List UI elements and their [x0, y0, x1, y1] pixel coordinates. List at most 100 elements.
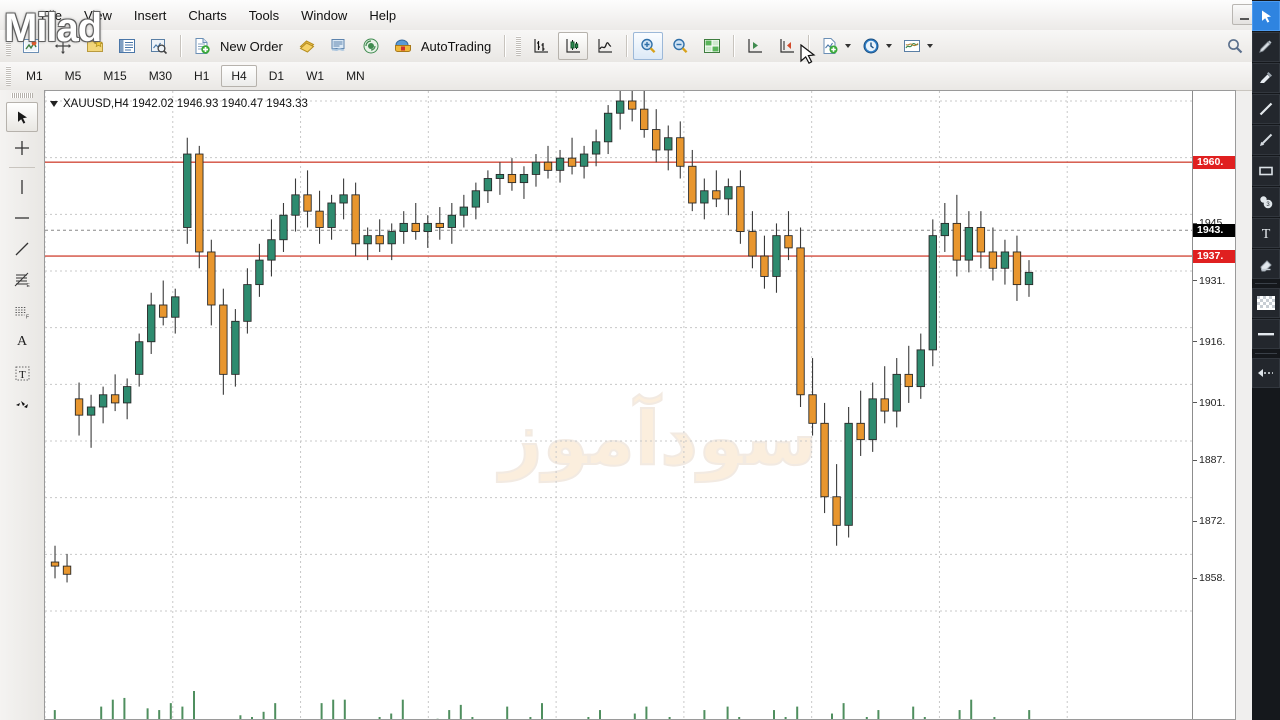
chart-shift-icon[interactable]	[772, 32, 802, 60]
horizontal-line-tool[interactable]	[6, 203, 38, 233]
svg-text:T: T	[19, 369, 26, 381]
price-tag-red: 1960.	[1193, 155, 1235, 169]
toolbar-grip-2[interactable]	[516, 36, 522, 56]
period-d1[interactable]: D1	[259, 65, 294, 87]
line-chart-icon[interactable]	[590, 32, 620, 60]
text-label-tool[interactable]: T	[6, 358, 38, 388]
equidistant-channel-tool[interactable]: F	[6, 296, 38, 326]
marker-tool[interactable]	[1252, 63, 1280, 93]
period-m1[interactable]: M1	[16, 65, 53, 87]
bar-chart-icon[interactable]	[526, 32, 556, 60]
price-tick: 1931.	[1193, 275, 1235, 287]
transparency-tool[interactable]	[1252, 288, 1280, 318]
chevron-down-icon-2[interactable]	[886, 44, 893, 48]
step-number-tool[interactable]: 3	[1252, 187, 1280, 217]
trendline-tool[interactable]	[6, 234, 38, 264]
svg-text:F: F	[26, 314, 29, 320]
candle-series	[50, 91, 1034, 583]
price-tick: 1858.	[1193, 572, 1235, 584]
tile-windows-icon[interactable]	[697, 32, 727, 60]
zoom-in-icon[interactable]	[633, 32, 664, 60]
new-order-label[interactable]: New Order	[218, 39, 291, 54]
autotrading-icon[interactable]	[388, 32, 418, 60]
chevron-down-icon-3[interactable]	[927, 44, 934, 48]
strategy-tester-icon[interactable]	[324, 32, 354, 60]
period-toolbar-grip[interactable]	[6, 66, 11, 86]
chart-header: XAUUSD,H4 1942.02 1946.93 1940.47 1943.3…	[50, 98, 308, 110]
period-h4[interactable]: H4	[221, 65, 257, 87]
arrow-tool[interactable]	[1252, 125, 1280, 155]
toolbar-separator	[180, 35, 181, 57]
chart-collapse-icon[interactable]	[50, 100, 58, 107]
toolbar-separator-4	[733, 35, 735, 57]
candlestick-chart-icon[interactable]	[558, 32, 589, 60]
zoom-out-icon[interactable]	[665, 32, 695, 60]
period-h1[interactable]: H1	[184, 65, 219, 87]
period-mn[interactable]: MN	[336, 65, 375, 87]
price-scale[interactable]: 1960.1945.1931.1916.1901.1887.1872.1858.…	[1192, 91, 1235, 719]
data-window-icon[interactable]	[144, 32, 174, 60]
vertical-line-tool[interactable]	[6, 172, 38, 202]
period-m15[interactable]: M15	[93, 65, 136, 87]
volume-series	[53, 691, 1031, 719]
cursor-tool[interactable]	[6, 102, 38, 132]
menu-bar: File View Insert Charts Tools Window Hel…	[0, 0, 1280, 31]
period-toolbar: M1 M5 M15 M30 H1 H4 D1 W1 MN	[0, 62, 1280, 91]
recording-overlay-watermark: Milad	[4, 6, 102, 50]
fibonacci-tool[interactable]: E	[6, 265, 38, 295]
svg-text:T: T	[1262, 227, 1271, 241]
price-tick: 1887.	[1193, 454, 1235, 466]
menu-item-window[interactable]: Window	[290, 4, 358, 27]
market-watch-icon[interactable]	[112, 32, 142, 60]
svg-text:E: E	[26, 283, 30, 289]
period-m30[interactable]: M30	[139, 65, 182, 87]
expert-advisor-icon[interactable]	[292, 32, 322, 60]
text-tool[interactable]: T	[1252, 218, 1280, 248]
autotrading-label[interactable]: AutoTrading	[419, 39, 499, 54]
price-tick: 1916.	[1193, 336, 1235, 348]
text-tool-glyph: A	[16, 334, 28, 349]
menu-item-charts[interactable]: Charts	[177, 4, 237, 27]
toolbar-separator-3	[626, 35, 628, 57]
periods-icon[interactable]	[856, 32, 893, 60]
annotation-separator-2	[1255, 353, 1277, 354]
chart-canvas[interactable]: سودآموز crazy trading	[45, 91, 1195, 719]
drawing-tools-palette: E F A T	[0, 90, 45, 720]
templates-dropdown-icon[interactable]	[897, 32, 934, 60]
mouse-cursor	[800, 44, 816, 65]
mt4-application-window: File View Insert Charts Tools Window Hel…	[0, 0, 1280, 720]
search-icon[interactable]	[1220, 32, 1250, 60]
select-cursor-tool[interactable]	[1252, 1, 1280, 31]
chart-grid	[45, 91, 1195, 719]
crosshair-tool[interactable]	[6, 133, 38, 163]
price-tag-red: 1937.	[1193, 249, 1235, 263]
period-m5[interactable]: M5	[55, 65, 92, 87]
line-tool[interactable]	[1252, 94, 1280, 124]
price-tick: 1901.	[1193, 397, 1235, 409]
pencil-tool[interactable]	[1252, 32, 1280, 62]
chart-title: XAUUSD,H4 1942.02 1946.93 1940.47 1943.3…	[63, 98, 308, 110]
palette-separator	[9, 167, 35, 168]
undo-redo-tool[interactable]	[1252, 358, 1280, 388]
toolbar-separator-2	[504, 35, 506, 57]
price-tick: 1872.	[1193, 515, 1235, 527]
eraser-tool[interactable]	[1252, 249, 1280, 279]
indicators-icon[interactable]	[815, 32, 852, 60]
chart-window[interactable]: سودآموز crazy trading XAUUSD,H4 1942.02 …	[44, 90, 1236, 720]
main-toolbar: New Order AutoTrading	[0, 30, 1280, 63]
chart-plot	[45, 91, 1195, 719]
mql5-community-icon[interactable]	[356, 32, 386, 60]
chevron-down-icon[interactable]	[845, 44, 852, 48]
shapes-tool[interactable]	[6, 389, 38, 419]
rectangle-tool[interactable]	[1252, 156, 1280, 186]
auto-scroll-icon[interactable]	[740, 32, 770, 60]
price-tag-black: 1943.	[1193, 223, 1235, 237]
new-order-icon[interactable]	[187, 32, 217, 60]
thickness-tool[interactable]	[1252, 319, 1280, 349]
menu-item-tools[interactable]: Tools	[238, 4, 290, 27]
menu-item-help[interactable]: Help	[358, 4, 407, 27]
text-tool[interactable]: A	[6, 327, 38, 357]
period-w1[interactable]: W1	[296, 65, 334, 87]
palette-grip[interactable]	[11, 93, 33, 98]
menu-item-insert[interactable]: Insert	[123, 4, 178, 27]
